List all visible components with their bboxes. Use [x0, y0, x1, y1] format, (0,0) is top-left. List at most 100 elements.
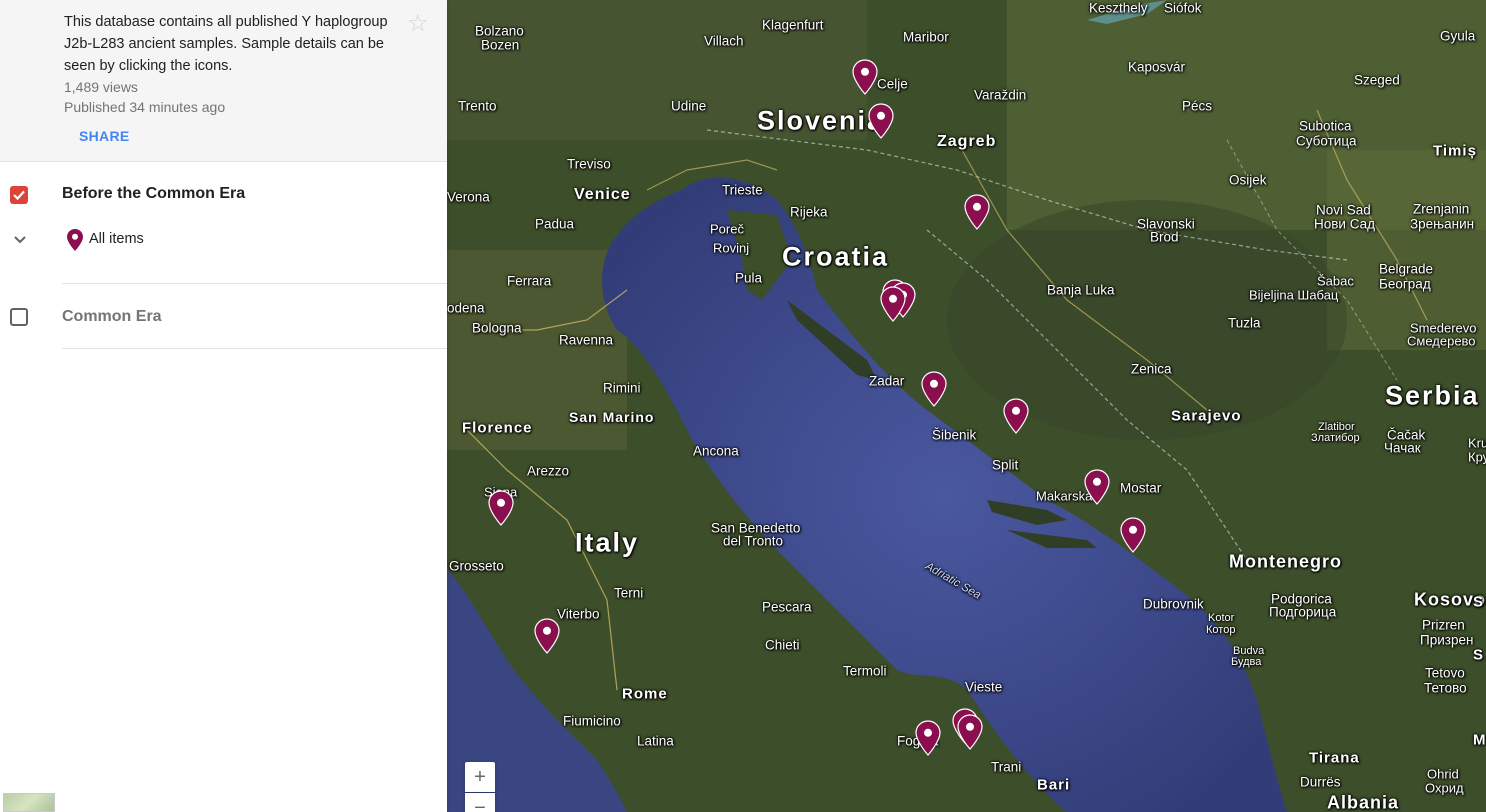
city-label: Зрењанин	[1410, 216, 1475, 232]
view-count: 1,489 views	[64, 79, 138, 95]
city-label: Banja Luka	[1047, 282, 1115, 298]
share-button[interactable]: SHARE	[79, 128, 130, 144]
sample-marker-pin[interactable]	[488, 490, 514, 526]
city-label: Ancona	[693, 443, 739, 459]
city-label: Sarajevo	[1171, 407, 1242, 425]
city-label: Ferrara	[507, 273, 552, 289]
city-label: Siófok	[1164, 0, 1202, 16]
sample-marker-pin[interactable]	[915, 720, 941, 756]
city-label: Šibenik	[932, 427, 977, 443]
city-label: Чачак	[1384, 440, 1421, 456]
city-label: odena	[447, 300, 485, 316]
layer-checkbox-common-era[interactable]	[10, 308, 28, 326]
city-label: Udine	[671, 98, 707, 114]
city-label: Trani	[991, 759, 1022, 775]
city-label: Ohrid	[1427, 766, 1459, 782]
published-time: Published 34 minutes ago	[64, 99, 226, 115]
sample-marker-pin[interactable]	[1084, 469, 1110, 505]
city-label: Verona	[447, 189, 490, 205]
sample-marker-pin[interactable]	[957, 714, 983, 750]
sample-marker-pin[interactable]	[964, 194, 990, 230]
city-label: Смедерево	[1407, 333, 1476, 349]
sample-marker-pin[interactable]	[868, 103, 894, 139]
city-label: Celje	[877, 76, 908, 92]
city-label: Zrenjanin	[1413, 201, 1470, 217]
city-label: Chieti	[765, 637, 800, 653]
city-label: S	[1473, 593, 1485, 611]
sample-marker-pin[interactable]	[1120, 517, 1146, 553]
layer-title[interactable]: Common Era	[62, 308, 162, 326]
city-label: Timiș	[1433, 142, 1477, 160]
sample-marker-pin[interactable]	[880, 286, 906, 322]
city-label: Bijeljina Шабац	[1249, 287, 1339, 303]
city-label: Kru	[1468, 435, 1486, 451]
city-label: Кру	[1468, 449, 1486, 465]
city-label: Kaposvár	[1128, 59, 1186, 75]
city-label: Varaždin	[974, 87, 1027, 103]
layer-title[interactable]: Before the Common Era	[62, 185, 245, 203]
city-label: Tirana	[1309, 749, 1360, 767]
city-label: Vieste	[965, 679, 1003, 695]
city-label: Gyula	[1440, 28, 1476, 44]
sample-marker-pin[interactable]	[1003, 398, 1029, 434]
city-label: Rijeka	[790, 204, 828, 220]
city-label: Bozen	[481, 37, 520, 53]
city-label: Venice	[574, 186, 631, 203]
city-label: Fiumicino	[563, 713, 621, 729]
country-label: Montenegro	[1229, 551, 1342, 572]
city-label: Termoli	[843, 663, 887, 679]
all-items-link[interactable]: All items	[89, 231, 144, 247]
city-label: Kotor	[1208, 612, 1235, 624]
city-label: Treviso	[567, 156, 611, 172]
city-label: Нови Сад	[1314, 216, 1376, 232]
city-label: Призрен	[1420, 632, 1474, 648]
city-label: S	[1473, 646, 1485, 664]
city-label: Trento	[458, 98, 497, 114]
city-label: Pula	[735, 270, 763, 286]
city-label: Belgrade	[1379, 261, 1434, 277]
city-label: Bari	[1037, 776, 1071, 794]
zoom-out-button[interactable]: −	[465, 793, 495, 812]
city-label: Grosseto	[449, 558, 504, 574]
chevron-down-icon[interactable]	[12, 232, 28, 253]
zoom-in-button[interactable]: +	[465, 762, 495, 792]
city-label: Mostar	[1120, 480, 1162, 496]
sample-marker-pin[interactable]	[921, 371, 947, 407]
city-label: Viterbo	[557, 606, 600, 622]
city-label: M	[1473, 731, 1486, 749]
map-header: This database contains all published Y h…	[0, 0, 447, 162]
map-pin-icon	[67, 229, 83, 256]
sample-marker-pin[interactable]	[852, 59, 878, 95]
basemap-thumbnail[interactable]	[3, 793, 55, 812]
star-icon[interactable]: ☆	[407, 9, 429, 38]
city-label: Latina	[637, 733, 674, 749]
city-label: Florence	[462, 419, 533, 437]
check-icon	[13, 190, 25, 201]
layer-checkbox-before-common-era[interactable]	[10, 186, 28, 204]
city-label: Tuzla	[1228, 315, 1261, 331]
city-label: Szeged	[1354, 72, 1400, 88]
city-label: Brod	[1150, 229, 1179, 245]
city-label: Bologna	[472, 320, 522, 336]
city-label: Novi Sad	[1316, 202, 1371, 218]
city-label: Rimini	[603, 380, 641, 396]
divider	[62, 283, 447, 284]
city-label: Villach	[704, 33, 744, 49]
city-label: del Tronto	[723, 533, 784, 549]
city-label: Prizren	[1422, 617, 1465, 633]
city-label: Bolzano	[475, 23, 524, 39]
city-label: Ravenna	[559, 332, 614, 348]
map-view[interactable]: Slovenia Croatia Italy Serbia Montenegro…	[447, 0, 1486, 812]
city-label: Tetovo	[1425, 665, 1465, 681]
city-label: San Marino	[569, 409, 655, 425]
city-label: Trieste	[722, 182, 763, 198]
city-label: Subotica	[1299, 118, 1352, 134]
city-label: Тетово	[1424, 680, 1467, 696]
city-label: Klagenfurt	[762, 17, 824, 33]
city-label: Arezzo	[527, 463, 570, 479]
sample-marker-pin[interactable]	[534, 618, 560, 654]
city-label: Pécs	[1182, 98, 1213, 114]
city-label: Rome	[622, 685, 668, 703]
city-label: Београд	[1379, 276, 1431, 292]
city-label: Dubrovnik	[1143, 596, 1204, 612]
